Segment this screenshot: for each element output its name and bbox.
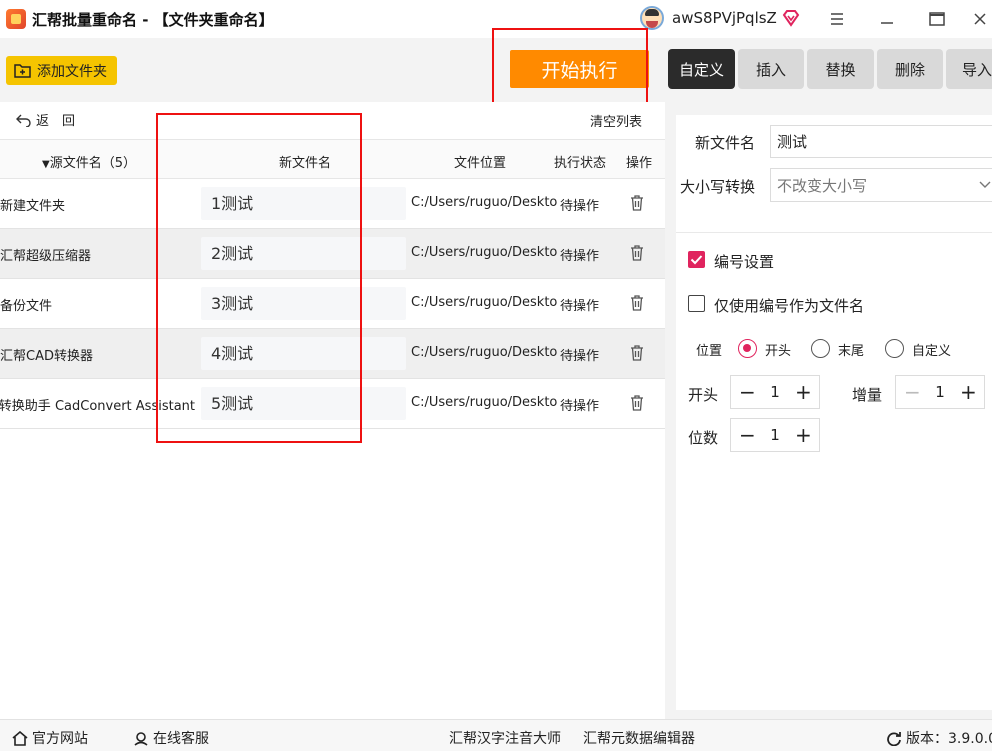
footer-link-metadata[interactable]: 汇帮元数据编辑器 <box>583 728 695 748</box>
position-end-radio[interactable] <box>811 339 830 358</box>
tab-insert[interactable]: 插入 <box>738 49 804 89</box>
footer-link-pinyin[interactable]: 汇帮汉字注音大师 <box>449 728 561 748</box>
settings-divider <box>676 232 992 233</box>
header-action: 操作 <box>626 156 653 171</box>
status-cell: 待操作 <box>560 399 600 414</box>
headset-icon <box>134 731 148 746</box>
increment-value[interactable]: 1 <box>935 383 945 401</box>
checkmark-icon <box>690 255 703 265</box>
digits-stepper[interactable]: − 1 + <box>730 418 820 452</box>
increment-button[interactable]: + <box>960 382 977 402</box>
tab-delete[interactable]: 删除 <box>877 49 943 89</box>
position-end-label: 末尾 <box>838 344 865 359</box>
trash-icon[interactable] <box>630 295 644 311</box>
user-name[interactable]: awS8PVjPqlsZ <box>672 9 777 27</box>
case-convert-label: 大小写转换 <box>680 178 756 196</box>
digits-label: 位数 <box>688 429 719 447</box>
decrement-button[interactable]: − <box>904 382 921 402</box>
location-cell: C:/Users/ruguo/Deskto <box>411 345 558 360</box>
official-website-link[interactable]: 官方网站 <box>12 728 88 748</box>
tab-custom[interactable]: 自定义 <box>668 49 735 89</box>
trash-icon[interactable] <box>630 195 644 211</box>
window-title: 汇帮批量重命名 - 【文件夹重命名】 <box>32 11 274 29</box>
header-status: 执行状态 <box>554 156 607 171</box>
status-cell: 待操作 <box>560 349 600 364</box>
clear-list-button[interactable]: 清空列表 <box>590 111 642 130</box>
settings-panel <box>676 115 992 710</box>
new-name-input[interactable]: 测试 <box>770 125 992 158</box>
back-label: 返 回 <box>36 114 76 129</box>
vip-diamond-icon[interactable] <box>782 9 800 27</box>
add-folder-button[interactable]: 添加文件夹 <box>6 56 117 85</box>
trash-icon[interactable] <box>630 245 644 261</box>
sort-caret-icon: ▼ <box>42 159 50 170</box>
new-name-highlight-box <box>156 113 362 443</box>
start-number-stepper[interactable]: − 1 + <box>730 375 820 409</box>
version-info[interactable]: 版本：3.9.0.0 <box>886 728 992 748</box>
decrement-button[interactable]: − <box>739 425 756 445</box>
header-source-name[interactable]: ▼源文件名（5） <box>42 152 136 171</box>
numbering-checkbox[interactable] <box>688 251 705 268</box>
digits-value[interactable]: 1 <box>770 426 780 444</box>
online-support-link[interactable]: 在线客服 <box>133 728 209 748</box>
start-number-value[interactable]: 1 <box>770 383 780 401</box>
add-folder-label: 添加文件夹 <box>37 63 107 80</box>
chevron-down-icon <box>979 181 991 188</box>
case-convert-value: 不改变大小写 <box>777 176 868 195</box>
position-custom-radio[interactable] <box>885 339 904 358</box>
close-icon[interactable] <box>968 6 992 32</box>
refresh-icon <box>887 731 901 746</box>
location-cell: C:/Users/ruguo/Deskto <box>411 195 558 210</box>
location-cell: C:/Users/ruguo/Deskto <box>411 395 558 410</box>
position-custom-label: 自定义 <box>912 344 952 359</box>
undo-icon <box>16 114 31 127</box>
increment-stepper[interactable]: − 1 + <box>895 375 985 409</box>
status-cell: 待操作 <box>560 249 600 264</box>
position-start-radio[interactable] <box>738 339 757 358</box>
increment-button[interactable]: + <box>795 425 812 445</box>
position-label: 位置 <box>696 344 723 359</box>
trash-icon[interactable] <box>630 395 644 411</box>
back-button[interactable]: 返 回 <box>16 110 75 129</box>
increment-button[interactable]: + <box>795 382 812 402</box>
app-logo-icon <box>6 9 26 29</box>
add-folder-icon <box>14 64 31 78</box>
tab-replace[interactable]: 替换 <box>807 49 874 89</box>
maximize-icon[interactable] <box>922 6 952 32</box>
numbering-label: 编号设置 <box>714 253 775 271</box>
tab-import[interactable]: 导入 <box>946 49 992 89</box>
new-name-label: 新文件名 <box>695 134 756 152</box>
case-convert-select[interactable]: 不改变大小写 <box>770 168 992 202</box>
number-only-checkbox[interactable] <box>688 295 705 312</box>
position-start-label: 开头 <box>765 344 792 359</box>
home-icon <box>12 730 28 746</box>
status-cell: 待操作 <box>560 299 600 314</box>
menu-icon[interactable] <box>822 6 852 32</box>
number-only-label: 仅使用编号作为文件名 <box>714 297 865 315</box>
increment-label: 增量 <box>852 386 883 404</box>
decrement-button[interactable]: − <box>739 382 756 402</box>
location-cell: C:/Users/ruguo/Deskto <box>411 295 558 310</box>
header-location: 文件位置 <box>454 156 507 171</box>
start-number-label: 开头 <box>688 386 719 404</box>
trash-icon[interactable] <box>630 345 644 361</box>
status-cell: 待操作 <box>560 199 600 214</box>
user-avatar[interactable] <box>640 6 664 30</box>
minimize-icon[interactable] <box>872 6 902 32</box>
location-cell: C:/Users/ruguo/Deskto <box>411 245 558 260</box>
start-highlight-box <box>492 28 648 107</box>
